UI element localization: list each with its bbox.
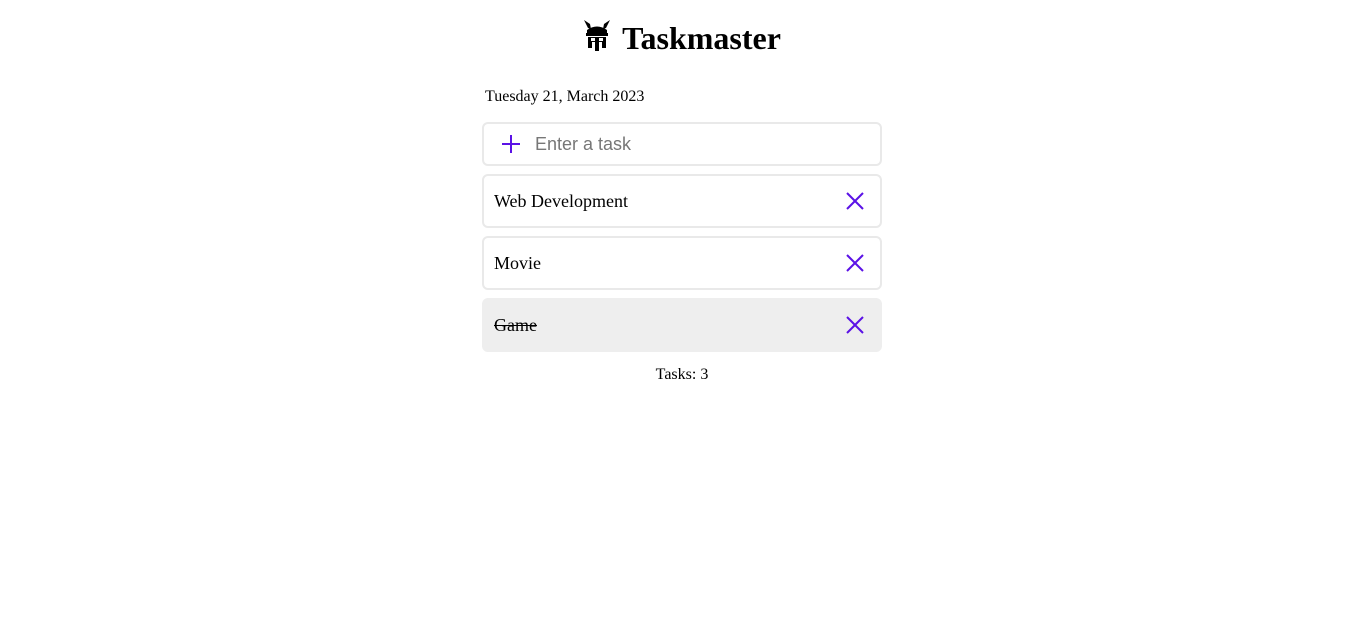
delete-task-button[interactable] <box>843 251 867 275</box>
plus-icon <box>502 135 520 153</box>
task-input-bar <box>482 122 882 166</box>
task-label: Movie <box>494 252 541 273</box>
app-header: Taskmaster <box>0 16 1363 60</box>
task-input[interactable] <box>535 133 880 155</box>
task-panel: Tuesday 21, March 2023 Web Development <box>482 86 882 384</box>
task-label: Web Development <box>494 190 629 211</box>
viking-helmet-icon <box>584 20 611 51</box>
task-list: Web Development Movie Game <box>482 174 882 352</box>
app-root: Taskmaster Tuesday 21, March 2023 Web De… <box>0 0 1363 625</box>
app-title: Taskmaster <box>622 20 781 56</box>
delete-task-button[interactable] <box>843 189 867 213</box>
close-icon <box>846 254 864 272</box>
close-icon <box>846 192 864 210</box>
current-date: Tuesday 21, March 2023 <box>485 88 645 105</box>
task-item[interactable]: Web Development <box>482 174 882 228</box>
task-item-completed[interactable]: Game <box>482 298 882 352</box>
add-task-button[interactable] <box>499 132 523 156</box>
task-label: Game <box>494 314 537 335</box>
task-item[interactable]: Movie <box>482 236 882 290</box>
close-icon <box>846 316 864 334</box>
delete-task-button[interactable] <box>843 313 867 337</box>
task-count: Tasks: 3 <box>655 366 709 383</box>
